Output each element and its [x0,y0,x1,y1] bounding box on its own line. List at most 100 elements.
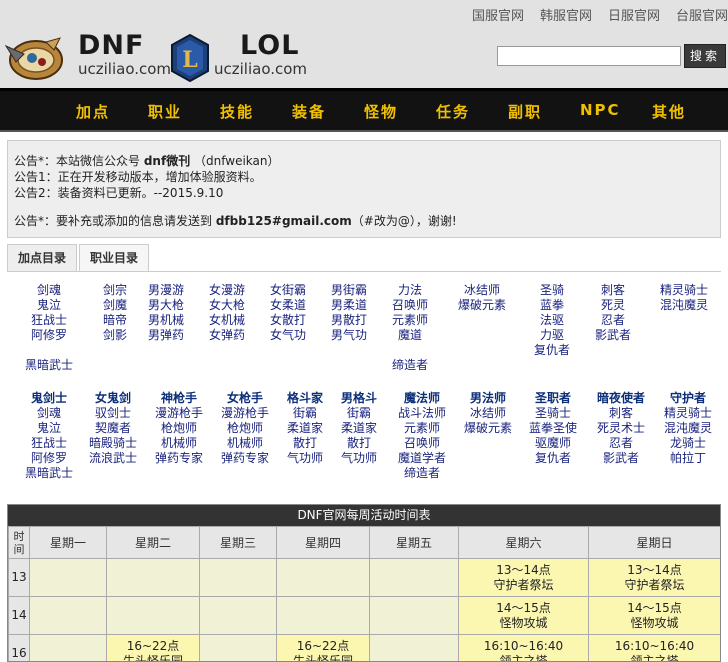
class-link[interactable]: 机械师 [147,436,211,451]
class-link[interactable]: 狂战士 [19,436,79,451]
event-cell[interactable]: 13～14点 守护者祭坛 [588,558,720,597]
class-link[interactable]: 暗殿骑士 [85,436,141,451]
category-heading[interactable]: 男法师 [457,391,519,406]
class-link[interactable]: 鬼泣 [19,421,79,436]
class-link[interactable]: 暗帝 [87,313,143,328]
class-link[interactable]: 街霸 [279,406,331,421]
class-link[interactable]: 漫游枪手 [213,406,277,421]
nav-item-guaiwu[interactable]: 怪物 [364,101,398,122]
event-cell[interactable]: 13～14点 守护者祭坛 [458,558,589,597]
category-heading[interactable]: 魔法师 [391,391,453,406]
class-link[interactable]: 复仇者 [521,451,585,466]
class-link[interactable]: 蓝拳 [527,298,577,313]
class-link[interactable]: 缔造者 [391,466,453,481]
category-heading[interactable]: 格斗家 [279,391,331,406]
link-cn-official[interactable]: 国服官网 [472,9,524,24]
event-cell[interactable]: 16~22点 牛头怪乐园 [106,634,200,661]
class-link[interactable]: 男弹药 [141,328,191,343]
class-link[interactable]: 阿修罗 [19,328,79,343]
class-link[interactable]: 魔道学者 [391,451,453,466]
event-cell[interactable]: 14～15点 怪物攻城 [458,596,589,635]
class-link[interactable]: 力驱 [527,328,577,343]
link-jp-official[interactable]: 日服官网 [608,9,660,24]
category-heading[interactable]: 暗夜使者 [589,391,653,406]
class-link[interactable]: 圣骑士 [521,406,585,421]
class-link[interactable]: 男大枪 [141,298,191,313]
link-kr-official[interactable]: 韩服官网 [540,9,592,24]
class-link[interactable]: 女机械 [202,313,252,328]
lol-logo-icon[interactable]: L [170,34,210,82]
class-link[interactable]: 圣骑 [527,283,577,298]
class-link[interactable]: 影武者 [587,328,639,343]
class-link[interactable]: 街霸 [333,406,385,421]
class-link[interactable]: 刺客 [589,406,653,421]
nav-item-zhiye[interactable]: 职业 [148,101,182,122]
class-link[interactable]: 剑魂 [19,406,79,421]
class-link[interactable]: 气功师 [279,451,331,466]
category-heading[interactable]: 女鬼剑 [85,391,141,406]
class-link[interactable]: 混沌魔灵 [657,421,719,436]
class-link[interactable]: 弹药专家 [147,451,211,466]
event-cell[interactable]: 16:10~16:40 领主之塔 [588,634,720,661]
lol-logo[interactable]: LOL ucziliao.com [214,32,307,79]
class-link[interactable]: 召唤师 [384,298,436,313]
class-link[interactable]: 死灵术士 [589,421,653,436]
event-cell[interactable]: 16~22点 牛头怪乐园 [276,634,370,661]
class-link[interactable]: 阿修罗 [19,451,79,466]
class-link[interactable]: 元素师 [391,421,453,436]
class-link[interactable]: 召唤师 [391,436,453,451]
nav-item-npc[interactable]: NPC [580,101,621,119]
class-link[interactable]: 漫游枪手 [147,406,211,421]
class-link[interactable]: 混沌魔灵 [653,298,715,313]
class-link[interactable]: 枪炮师 [213,421,277,436]
event-cell[interactable]: 14～15点 怪物攻城 [588,596,720,635]
class-link[interactable]: 影武者 [589,451,653,466]
class-link[interactable]: 复仇者 [527,343,577,358]
class-link[interactable]: 女弹药 [202,328,252,343]
class-link[interactable]: 女街霸 [263,283,313,298]
class-link[interactable]: 男机械 [141,313,191,328]
class-link[interactable]: 女柔道 [263,298,313,313]
class-link[interactable]: 元素师 [384,313,436,328]
class-link[interactable]: 剑魂 [19,283,79,298]
nav-item-renwu[interactable]: 任务 [436,101,470,122]
class-link[interactable]: 冰结师 [451,283,513,298]
search-button[interactable]: 搜索 [684,44,726,68]
class-link[interactable]: 忍者 [587,313,639,328]
nav-item-zhuangbei[interactable]: 装备 [292,101,326,122]
class-link[interactable]: 男漫游 [141,283,191,298]
class-link[interactable]: 男散打 [324,313,374,328]
class-link[interactable]: 气功师 [333,451,385,466]
tab-jiadian-directory[interactable]: 加点目录 [7,244,77,272]
class-link[interactable]: 机械师 [213,436,277,451]
class-link[interactable]: 黑暗武士 [19,466,79,481]
dnf-logo[interactable]: DNF ucziliao.com [78,32,171,79]
nav-item-fuzhi[interactable]: 副职 [508,101,542,122]
class-link[interactable]: 流浪武士 [85,451,141,466]
nav-item-jiadian[interactable]: 加点 [76,101,110,122]
class-link[interactable]: 蓝拳圣使 [521,421,585,436]
class-link[interactable]: 契魔者 [85,421,141,436]
class-link[interactable]: 冰结师 [457,406,519,421]
class-link[interactable]: 精灵骑士 [657,406,719,421]
class-link[interactable]: 黑暗武士 [19,358,79,373]
class-link[interactable]: 剑魔 [87,298,143,313]
class-link[interactable]: 力法 [384,283,436,298]
class-link[interactable]: 女气功 [263,328,313,343]
category-heading[interactable]: 守护者 [657,391,719,406]
search-input[interactable] [497,46,681,66]
class-link[interactable]: 战斗法师 [391,406,453,421]
event-cell[interactable]: 16:10~16:40 领主之塔 [458,634,589,661]
class-link[interactable]: 散打 [279,436,331,451]
class-link[interactable]: 魔道 [384,328,436,343]
class-link[interactable]: 鬼泣 [19,298,79,313]
class-link[interactable]: 爆破元素 [451,298,513,313]
class-link[interactable]: 枪炮师 [147,421,211,436]
class-link[interactable]: 驭剑士 [85,406,141,421]
category-heading[interactable]: 鬼剑士 [19,391,79,406]
class-link[interactable]: 刺客 [587,283,639,298]
class-link[interactable]: 弹药专家 [213,451,277,466]
class-link[interactable]: 法驱 [527,313,577,328]
class-link[interactable]: 狂战士 [19,313,79,328]
link-tw-official[interactable]: 台服官网 [676,9,728,24]
